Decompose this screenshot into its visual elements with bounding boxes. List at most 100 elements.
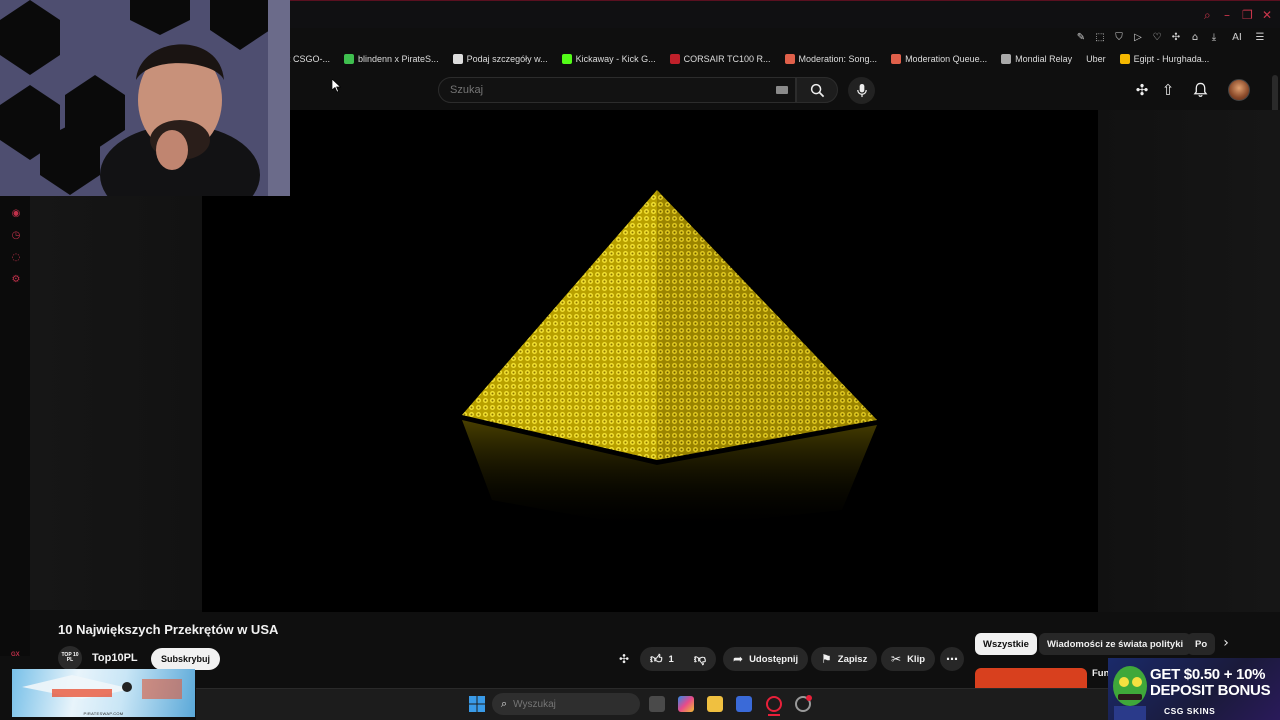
menu-icon[interactable]: ☰ xyxy=(1254,32,1266,44)
bookmark-favicon-icon xyxy=(1119,54,1130,64)
video-player[interactable] xyxy=(202,110,1098,612)
restore-icon[interactable]: ❐ xyxy=(1242,8,1253,22)
bookmark-item[interactable]: Mondial Relay xyxy=(1001,54,1072,64)
bookmark-label: Kickaway - Kick G... xyxy=(575,54,656,64)
bag-icon[interactable]: ⌂ xyxy=(1189,32,1201,44)
snapshot-icon[interactable]: ⬚ xyxy=(1094,32,1106,44)
history-icon[interactable]: ◷ xyxy=(10,230,22,242)
bookmark-label: Moderation: Song... xyxy=(798,54,878,64)
channel-avatar[interactable]: TOP 10 PL xyxy=(58,646,82,670)
save-button[interactable]: ⚑ Zapisz xyxy=(811,647,878,671)
search-icon xyxy=(810,83,824,97)
download-icon[interactable]: ⤓ xyxy=(1208,32,1220,44)
extensions-bar: ✎ ⬚ ⛉ ▷ ♡ ✣ ⌂ ⤓ AI ☰ xyxy=(1075,28,1266,48)
opera-gx-icon[interactable] xyxy=(766,696,782,712)
task-view-icon[interactable] xyxy=(649,696,665,712)
search-box[interactable] xyxy=(438,77,796,103)
bookmark-item[interactable]: CORSAIR TC100 R... xyxy=(669,54,771,64)
taskbar-search[interactable]: ⌕ xyxy=(492,693,640,715)
bookmark-item[interactable]: Kickaway - Kick G... xyxy=(561,54,656,64)
messenger-icon[interactable]: ◌ xyxy=(10,252,22,264)
bookmark-item[interactable]: Moderation Queue... xyxy=(891,54,987,64)
bookmark-item[interactable]: blindenn x PirateS... xyxy=(344,54,439,64)
play-icon[interactable]: ▷ xyxy=(1132,32,1144,44)
settings-icon[interactable]: ⚙ xyxy=(10,274,22,286)
chip-more[interactable]: Po xyxy=(1187,633,1215,655)
ask-ai-icon[interactable]: ✣ xyxy=(619,652,635,668)
shield-icon[interactable]: ⛉ xyxy=(1113,32,1125,44)
windows-start-icon[interactable] xyxy=(469,696,485,717)
csgo-promo-line2: DEPOSIT BONUS xyxy=(1150,682,1271,699)
bookmark-label: Moderation Queue... xyxy=(905,54,988,64)
bookmark-item[interactable]: x CSGO-... xyxy=(286,54,330,64)
pin-icon[interactable]: ✎ xyxy=(1075,32,1087,44)
minimize-icon[interactable]: – xyxy=(1224,8,1230,22)
bookmark-label: Podaj szczegóły w... xyxy=(466,54,548,64)
bookmark-label: Egipt - Hurghada... xyxy=(1133,54,1210,64)
avatar[interactable] xyxy=(1228,79,1250,101)
puzzle-icon[interactable]: ✣ xyxy=(1170,32,1182,44)
bookmark-label: Mondial Relay xyxy=(1015,54,1073,64)
player-icon[interactable]: ◉ xyxy=(10,208,22,220)
channel-name[interactable]: Top10PL xyxy=(92,652,138,664)
csgo-brand: CSG SKINS xyxy=(1164,706,1216,716)
like-dislike-group: 👍︎ 1 👎︎ xyxy=(640,647,716,671)
copilot-icon[interactable] xyxy=(678,696,694,712)
clip-button[interactable]: ✂ Klip xyxy=(881,647,936,671)
voice-search-button[interactable] xyxy=(848,77,875,104)
bookmark-favicon-icon xyxy=(344,54,355,64)
share-label: Udostępnij xyxy=(749,653,799,665)
create-icon[interactable]: ✣ xyxy=(1132,80,1152,100)
close-icon[interactable]: ✕ xyxy=(1262,8,1272,22)
bell-icon[interactable] xyxy=(1190,80,1210,100)
bookmark-item[interactable]: Egipt - Hurghada... xyxy=(1119,54,1210,64)
chevron-right-icon[interactable]: › xyxy=(1216,635,1236,655)
bookmark-icon: ⚑ xyxy=(821,652,832,666)
mouse-cursor xyxy=(331,78,342,98)
search-input[interactable] xyxy=(439,78,739,102)
mascot-icon xyxy=(1113,666,1147,720)
chip-politics[interactable]: Wiadomości ze świata polityki xyxy=(1039,633,1192,655)
bookmark-item[interactable]: Podaj szczegóły w... xyxy=(452,54,548,64)
file-explorer-icon[interactable] xyxy=(707,696,723,712)
share-button[interactable]: ➦ Udostępnij xyxy=(723,647,809,671)
subscribe-button[interactable]: Subskrybuj xyxy=(151,648,221,670)
bookmark-favicon-icon xyxy=(452,54,463,64)
clip-label: Klip xyxy=(907,653,926,665)
chip-all[interactable]: Wszystkie xyxy=(975,633,1037,655)
ai-icon[interactable]: AI xyxy=(1227,32,1247,44)
notification-dot xyxy=(806,695,812,701)
taskbar-search-input[interactable] xyxy=(513,698,624,710)
csgoskins-banner[interactable]: GET $0.50 + 10% DEPOSIT BONUS CSG SKINS xyxy=(1108,658,1280,720)
opera-sidebar xyxy=(0,196,30,656)
share-icon: ➦ xyxy=(733,652,744,666)
bookmark-favicon-icon xyxy=(891,54,902,64)
dislike-icon[interactable]: 👎︎ xyxy=(694,652,706,667)
bookmark-item[interactable]: Moderation: Song... xyxy=(784,54,878,64)
bookmark-favicon-icon xyxy=(1001,54,1012,64)
bookmarks-bar: x CSGO-... blindenn x PirateS... Podaj szc… xyxy=(286,50,1223,68)
more-icon: ⋯ xyxy=(946,652,958,666)
bookmark-label: CORSAIR TC100 R... xyxy=(683,54,771,64)
search-tabs-icon[interactable]: ⌕ xyxy=(1204,8,1211,23)
like-icon[interactable]: 👍︎ xyxy=(650,652,663,667)
upload-icon[interactable]: ⇧ xyxy=(1158,80,1178,100)
pirateswap-url: PIRATESWAP.COM xyxy=(83,711,124,716)
bookmark-favicon-icon xyxy=(669,54,680,64)
more-actions-button[interactable]: ⋯ xyxy=(940,647,964,671)
bookmark-label: x CSGO-... xyxy=(286,54,331,64)
active-app-indicator xyxy=(768,714,780,716)
like-count[interactable]: 1 xyxy=(669,654,674,665)
search-button[interactable] xyxy=(796,77,838,103)
webcam-overlay xyxy=(0,0,290,196)
gx-label: GX xyxy=(11,652,20,658)
heart-icon[interactable]: ♡ xyxy=(1151,32,1163,44)
csgo-promo-line1: GET $0.50 + 10% xyxy=(1150,666,1266,683)
store-icon[interactable] xyxy=(736,696,752,712)
pirateswap-banner[interactable]: PIRATESWAP.COM xyxy=(12,669,195,717)
bookmark-item[interactable]: Uber xyxy=(1086,54,1106,64)
keyboard-icon[interactable] xyxy=(776,86,788,94)
video-title: 10 Największych Przekrętów w USA xyxy=(58,622,279,637)
mic-icon xyxy=(856,83,867,98)
bookmark-label: Uber xyxy=(1086,54,1106,64)
